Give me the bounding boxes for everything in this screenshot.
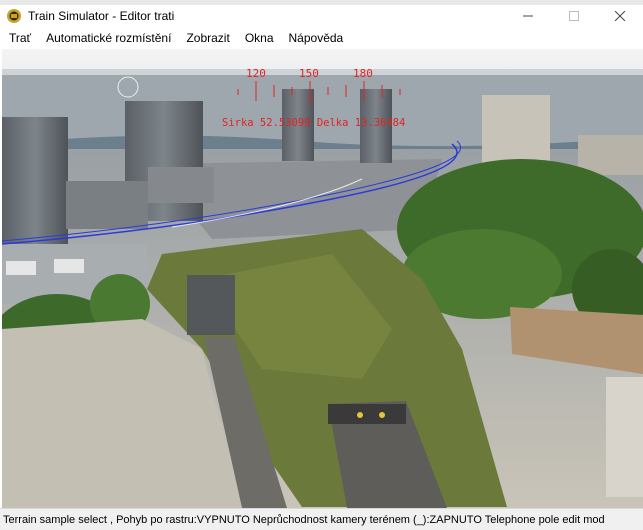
maximize-icon xyxy=(569,11,579,21)
status-text: Terrain sample select , Pohyb po rastru:… xyxy=(3,514,605,526)
scene-render: 120 150 180 Sirka 52.53099 Delka 13.3648… xyxy=(2,49,643,508)
compass-tick-120: 120 xyxy=(246,67,266,80)
3d-viewport[interactable]: 120 150 180 Sirka 52.53099 Delka 13.3648… xyxy=(2,49,643,508)
close-button[interactable] xyxy=(597,5,643,27)
minimize-button[interactable] xyxy=(505,5,551,27)
window-controls xyxy=(505,5,643,27)
tower-right xyxy=(482,95,550,165)
compass-tick-150: 150 xyxy=(299,67,319,80)
menu-zobrazit[interactable]: Zobrazit xyxy=(178,31,236,45)
window-title: Train Simulator - Editor trati xyxy=(28,9,175,23)
menu-trat[interactable]: Trať xyxy=(0,31,38,45)
menu-napoveda[interactable]: Nápověda xyxy=(281,31,351,45)
building-low-center xyxy=(148,167,214,203)
maximize-button[interactable] xyxy=(551,5,597,27)
train-sim-icon xyxy=(7,9,21,23)
menu-bar: Trať Automatické rozmístění Zobrazit Okn… xyxy=(0,27,643,49)
minimize-icon xyxy=(523,15,533,17)
menu-okna[interactable]: Okna xyxy=(237,31,281,45)
compass-tick-180: 180 xyxy=(353,67,373,80)
menu-automaticke-rozmisteni[interactable]: Automatické rozmístění xyxy=(38,31,178,45)
close-icon xyxy=(615,11,625,21)
coordinates-readout: Sirka 52.53099 Delka 13.36484 xyxy=(222,117,405,129)
building-right-edge xyxy=(606,377,643,497)
building-low-left xyxy=(66,181,148,229)
status-bar: Terrain sample select , Pohyb po rastru:… xyxy=(0,508,643,530)
title-bar[interactable]: Train Simulator - Editor trati xyxy=(0,5,643,27)
building-right-far xyxy=(578,135,643,175)
gray-roof xyxy=(187,275,235,335)
